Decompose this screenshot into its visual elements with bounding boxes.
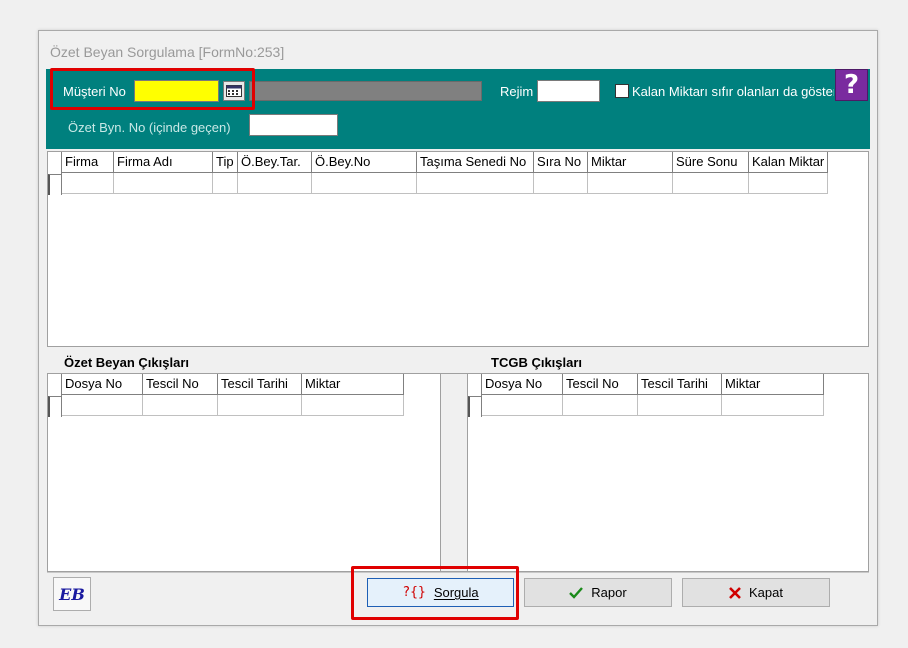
col-miktar[interactable]: Miktar [302, 374, 404, 395]
table-row-cell[interactable] [588, 173, 673, 194]
tcgb-cikislari-grid[interactable]: Dosya No Tescil No Tescil Tarihi Miktar [467, 373, 869, 572]
ozet-cikislari-grid[interactable]: Dosya No Tescil No Tescil Tarihi Miktar [47, 373, 441, 572]
ozet-byn-label: Özet Byn. No (içinde geçen) [68, 120, 231, 135]
grid-current-row-marker [48, 396, 62, 417]
kapat-label: Kapat [749, 585, 783, 600]
table-row-cell[interactable] [143, 395, 218, 416]
table-row-cell[interactable] [749, 173, 828, 194]
table-row-cell[interactable] [638, 395, 722, 416]
col-tasima-senedi-no[interactable]: Taşıma Senedi No [417, 152, 534, 173]
tcgb-cikislari-title: TCGB Çıkışları [491, 355, 583, 370]
col-firma-adi[interactable]: Firma Adı [114, 152, 213, 173]
table-row-cell[interactable] [62, 173, 114, 194]
main-results-grid[interactable]: Firma Firma Adı Tip Ö.Bey.Tar. Ö.Bey.No … [47, 151, 869, 347]
eb-logo-text: EB [59, 584, 85, 604]
col-kalan-miktar[interactable]: Kalan Miktar [749, 152, 828, 173]
col-miktar[interactable]: Miktar [722, 374, 824, 395]
table-row-cell[interactable] [114, 173, 213, 194]
grid-splitter[interactable] [441, 373, 467, 572]
col-obey-no[interactable]: Ö.Bey.No [312, 152, 417, 173]
table-row-cell[interactable] [302, 395, 404, 416]
annotation-highlight-sorgula [351, 566, 519, 620]
help-glyph: ? [843, 70, 860, 100]
kalan-miktar-checkbox-label: Kalan Miktarı sıfır olanları da göster [632, 84, 834, 99]
col-sira-no[interactable]: Sıra No [534, 152, 588, 173]
col-obey-tar[interactable]: Ö.Bey.Tar. [238, 152, 312, 173]
col-tescil-tarihi[interactable]: Tescil Tarihi [218, 374, 302, 395]
col-tescil-no[interactable]: Tescil No [563, 374, 638, 395]
rapor-button[interactable]: Rapor [524, 578, 672, 607]
table-row-cell[interactable] [482, 395, 563, 416]
col-tescil-tarihi[interactable]: Tescil Tarihi [638, 374, 722, 395]
col-miktar[interactable]: Miktar [588, 152, 673, 173]
table-row-cell[interactable] [62, 395, 143, 416]
col-tip[interactable]: Tip [213, 152, 238, 173]
ozet-byn-input[interactable] [249, 114, 338, 136]
kapat-button[interactable]: Kapat [682, 578, 830, 607]
col-firma[interactable]: Firma [62, 152, 114, 173]
table-row-cell[interactable] [238, 173, 312, 194]
rejim-label: Rejim [500, 84, 534, 99]
eb-logo-icon[interactable]: EB [53, 577, 91, 611]
checkmark-icon [569, 586, 584, 599]
table-row-cell[interactable] [417, 173, 534, 194]
ozet-cikislari-title: Özet Beyan Çıkışları [64, 355, 189, 370]
help-icon[interactable]: ? [835, 69, 868, 101]
grid-current-row-marker [468, 396, 482, 417]
table-row-cell[interactable] [534, 173, 588, 194]
close-icon [729, 586, 741, 599]
table-row-cell[interactable] [563, 395, 638, 416]
window-title: Özet Beyan Sorgulama [FormNo:253] [50, 44, 285, 60]
col-sure-sonu[interactable]: Süre Sonu [673, 152, 749, 173]
table-row-cell[interactable] [722, 395, 824, 416]
annotation-highlight-musteri [50, 68, 255, 110]
grid-current-row-marker [48, 174, 62, 195]
col-dosya-no[interactable]: Dosya No [62, 374, 143, 395]
rejim-input[interactable] [537, 80, 600, 102]
rapor-label: Rapor [591, 585, 627, 600]
table-row-cell[interactable] [213, 173, 238, 194]
col-dosya-no[interactable]: Dosya No [482, 374, 563, 395]
musteri-name-display [249, 81, 482, 101]
kalan-miktar-checkbox[interactable] [615, 84, 629, 98]
col-tescil-no[interactable]: Tescil No [143, 374, 218, 395]
table-row-cell[interactable] [673, 173, 749, 194]
table-row-cell[interactable] [312, 173, 417, 194]
table-row-cell[interactable] [218, 395, 302, 416]
